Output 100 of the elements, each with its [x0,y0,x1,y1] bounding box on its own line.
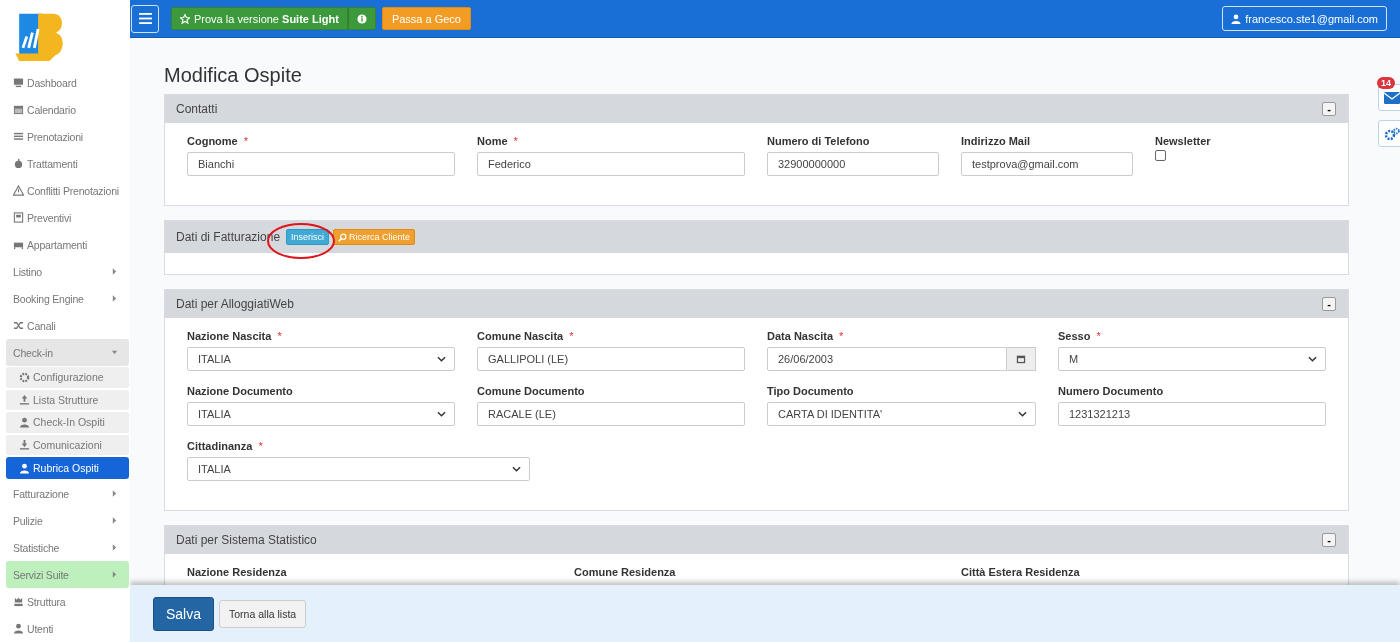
collapse-button[interactable]: - [1322,533,1336,547]
mail-icon [1384,91,1400,104]
calendar-icon [13,104,24,115]
field-label: Sesso * [1058,330,1102,342]
menu-icon [138,13,152,24]
sidebar-item[interactable]: Canali [6,312,129,339]
field-label: Nazione Nascita * [187,330,283,342]
field-label: Cognome * [187,135,249,147]
field-label: Numero Documento [1058,385,1165,397]
chess-icon [13,596,24,607]
sidebar-item[interactable]: Dashboard [6,69,129,96]
shuffle-icon [13,320,24,331]
caret-icon [112,544,117,551]
text-field[interactable]: Bianchi [187,152,455,176]
field-label: Città Estera Residenza [961,566,1081,578]
sidebar-item[interactable]: Prenotazioni [6,123,129,150]
search-icon [338,232,348,242]
chevron-icon [1018,411,1027,417]
text-field[interactable]: Federico [477,152,745,176]
text-field[interactable]: testprova@gmail.com [961,152,1133,176]
sidebar-item[interactable]: Calendario [6,96,129,123]
field-label: Newsletter [1155,135,1212,147]
user-icon [19,416,30,428]
field-label: Cittadinanza * [187,440,264,452]
notification-badge: 14 [1377,77,1395,89]
select-field[interactable]: ITALIA [187,347,455,371]
promo-button[interactable]: Prova la versione Suite Light [171,7,348,30]
calendar-icon [1016,354,1026,364]
field-label: Nazione Documento [187,385,294,397]
user-icon [13,623,24,634]
field-label: Comune Nascita * [477,330,575,342]
caret-icon [112,295,117,302]
caret-icon [112,490,117,497]
select-field[interactable]: CARTA DI IDENTITA' [767,402,1036,426]
text-field[interactable]: 1231321213 [1058,402,1326,426]
sidebar-subitem[interactable]: Configurazione [6,367,129,388]
text-field[interactable]: GALLIPOLI (LE) [477,347,745,371]
sidebar-item[interactable]: Trattamenti [6,150,129,177]
back-button[interactable]: Torna alla lista [219,599,307,628]
collapse-button[interactable]: - [1322,297,1336,311]
panel-title: Contatti [176,102,218,116]
page-title: Modifica Ospite [164,64,303,87]
caret-icon [112,517,117,524]
sidebar-item[interactable]: Utenti [6,615,129,642]
sidebar-group[interactable]: Statistiche [6,534,129,561]
info-button[interactable] [347,7,376,30]
settings-icon [1384,126,1400,141]
upload-icon [19,394,30,406]
sidebar-item[interactable]: Appartamenti [6,231,129,258]
select-field[interactable]: M [1058,347,1326,371]
action-button[interactable]: Inserisci [286,229,330,245]
apple-icon [13,158,24,169]
caret-icon [112,571,117,578]
chevron-icon [437,356,446,362]
menu-button[interactable] [131,4,159,33]
field-label: Nome * [477,135,519,147]
sidebar-item[interactable]: Preventivi [6,204,129,231]
caret-icon [112,268,117,275]
field-label: Data Nascita * [767,330,845,342]
field-label: Numero di Telefono [767,135,871,147]
collapse-button[interactable]: - [1322,102,1336,116]
user-button[interactable]: francesco.ste1@gmail.com [1222,6,1387,31]
star-icon [180,13,190,24]
doc-icon [13,212,24,223]
select-field[interactable]: ITALIA [187,457,530,481]
chevron-icon [512,466,521,472]
sidebar-group[interactable]: Listino [6,258,129,285]
sidebar-group[interactable]: Servizi Suite [6,561,129,588]
field-label: Nazione Residenza [187,566,288,578]
info-icon [356,13,367,24]
calendar-button[interactable] [1007,347,1036,371]
checkbox[interactable] [1155,150,1166,161]
sidebar-item[interactable]: Conflitti Prenotazioni [6,177,129,204]
field-label: Indirizzo Mail [961,135,1032,147]
monitor-icon [13,77,24,88]
panel-title: Dati per AlloggiatiWeb [176,297,294,311]
sidebar-group[interactable]: Fatturazione [6,480,129,507]
select-field[interactable]: ITALIA [187,402,455,426]
sidebar-group[interactable]: Booking Engine [6,285,129,312]
sidebar-subitem[interactable]: Comunicazioni [6,434,129,455]
save-button[interactable]: Salva [153,596,215,631]
user-icon [19,462,30,474]
field-label: Comune Documento [477,385,586,397]
warning-icon [13,185,24,196]
text-field[interactable]: 32900000000 [767,152,939,176]
chevron-icon [1308,356,1317,362]
download-icon [19,439,30,451]
sidebar-group[interactable]: Pulizie [6,507,129,534]
sidebar-group[interactable]: Check-in [6,339,129,366]
chevron-icon [437,411,446,417]
sidebar-item[interactable]: Struttura [6,588,129,615]
sidebar-subitem[interactable]: Rubrica Ospiti [6,457,129,479]
caret-icon [112,349,117,356]
sidebar-subitem[interactable]: Lista Strutture [6,389,129,410]
gear-icon [19,371,30,383]
field-label: Comune Residenza [574,566,677,578]
sidebar-subitem[interactable]: Check-In Ospiti [6,412,129,433]
date-field[interactable]: 26/06/2003 [767,347,1007,371]
field-label: Tipo Documento [767,385,855,397]
text-field[interactable]: RACALE (LE) [477,402,745,426]
